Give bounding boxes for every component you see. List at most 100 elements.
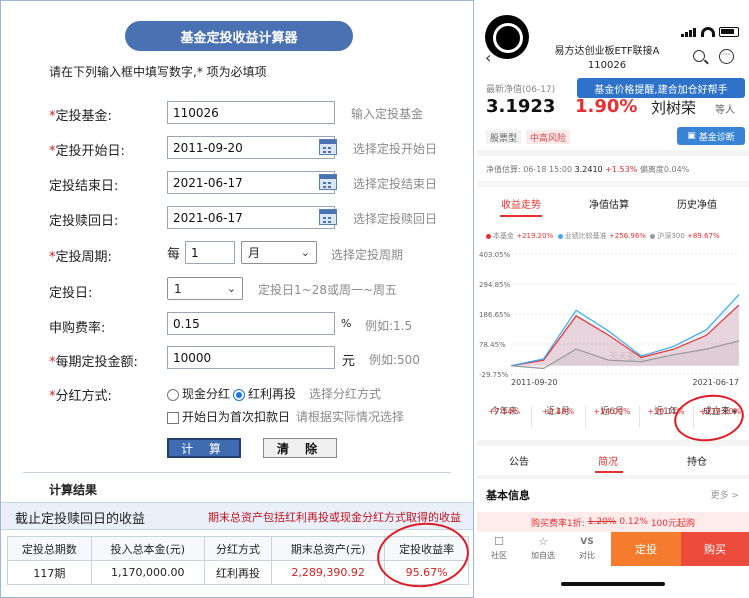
fee-rate-input[interactable]: 0.15 bbox=[167, 312, 335, 335]
fund-hint: 输入定投基金 bbox=[351, 107, 424, 121]
manager-name[interactable]: 刘树荣 bbox=[651, 97, 696, 118]
divider bbox=[477, 475, 749, 479]
radio-selected-icon[interactable] bbox=[233, 388, 245, 401]
calculate-button[interactable]: 计 算 bbox=[167, 438, 241, 458]
amount-hint: 例如:500 bbox=[369, 353, 420, 367]
price-alert-tooltip[interactable]: 基金价格提醒,建合加仓好帮手 bbox=[577, 78, 745, 98]
fund-label: *定投基金: bbox=[49, 109, 112, 124]
y-tick-label: 78.45% bbox=[479, 341, 506, 349]
divider bbox=[639, 406, 640, 428]
invest-plan-button[interactable]: 定投 bbox=[611, 532, 681, 566]
calculator-panel: 基金定投收益计算器 请在下列输入框中填写数字,* 项为必填项 *定投基金: 11… bbox=[0, 0, 474, 598]
status-bar bbox=[681, 18, 739, 37]
fee-rate-label: 申购费率: bbox=[49, 321, 106, 336]
home-indicator bbox=[561, 582, 665, 586]
legend-dot bbox=[557, 233, 563, 239]
calendar-icon[interactable] bbox=[319, 174, 337, 190]
app-logo bbox=[485, 15, 529, 59]
column-header: 投入总本金(元) bbox=[90, 536, 205, 561]
end-date-label: 定投结束日: bbox=[49, 179, 119, 194]
vs-icon: VS bbox=[580, 537, 594, 547]
chat-icon: ☐ bbox=[494, 535, 504, 548]
y-tick-label: 186.65% bbox=[479, 311, 510, 319]
period-unit-select[interactable]: 月 ⌄ bbox=[241, 241, 317, 264]
x-tick-label: 2021-06-17 bbox=[693, 378, 740, 387]
tab-return-trend[interactable]: 收益走势 bbox=[501, 196, 541, 211]
start-date-input[interactable]: 2011-09-20 bbox=[167, 136, 335, 159]
estimate-line: 净值估算: 06-18 15:00 3.2410 +1.53% 偏离度0.04% bbox=[486, 165, 690, 174]
result-heading: 计算结果 bbox=[49, 483, 98, 497]
watchlist-button[interactable]: ☆ 加自选 bbox=[521, 536, 565, 561]
tab-announcement[interactable]: 公告 bbox=[509, 453, 529, 468]
change-value: 1.90% bbox=[575, 96, 638, 117]
calendar-icon[interactable] bbox=[319, 139, 337, 155]
checkbox-icon[interactable] bbox=[167, 411, 179, 424]
chart-tabs: 收益走势 净值估算 历史净值 bbox=[477, 196, 749, 212]
table-cell: 红利再投 bbox=[203, 560, 273, 585]
legend-dot bbox=[650, 233, 656, 239]
amount-input[interactable]: 10000 bbox=[167, 346, 335, 369]
column-header: 分红方式 bbox=[203, 536, 273, 561]
divider bbox=[23, 472, 451, 473]
radio-icon[interactable] bbox=[167, 388, 179, 401]
back-icon[interactable]: ‹ bbox=[485, 48, 491, 67]
column-header: 定投总期数 bbox=[7, 536, 92, 561]
invest-day-value: 1 bbox=[174, 281, 182, 296]
column-header: 期末总资产(元) bbox=[271, 536, 386, 561]
diagnose-button[interactable]: ▣ 基金诊断 bbox=[677, 127, 745, 145]
dividend-cash-option[interactable]: 现金分红 bbox=[167, 385, 230, 402]
wifi-icon bbox=[701, 27, 715, 37]
amount-unit: 元 bbox=[342, 354, 356, 369]
star-icon: ☆ bbox=[538, 535, 548, 548]
return-chart[interactable]: 403.05% 294.85% 186.65% 78.45% -29.75%2011-0… bbox=[477, 246, 749, 396]
clear-button[interactable]: 清 除 bbox=[263, 438, 337, 458]
risk-tag: 中高风险 bbox=[526, 130, 571, 144]
divider bbox=[531, 406, 532, 428]
result-caption: 截止定投赎回日的收益 bbox=[15, 512, 146, 527]
tab-holdings[interactable]: 持仓 bbox=[687, 453, 707, 468]
buy-button[interactable]: 购买 bbox=[681, 532, 749, 566]
invest-day-select[interactable]: 1 ⌄ bbox=[167, 277, 243, 300]
period-prefix: 每 bbox=[167, 247, 181, 262]
start-date-hint: 选择定投开始日 bbox=[353, 142, 438, 156]
end-date-input[interactable]: 2021-06-17 bbox=[167, 171, 335, 194]
dividend-label: *分红方式: bbox=[49, 389, 112, 404]
calculator-title: 基金定投收益计算器 bbox=[125, 21, 353, 51]
invest-day-hint: 定投日1~28或周一~周五 bbox=[258, 283, 398, 297]
calendar-icon[interactable] bbox=[319, 209, 337, 225]
nav-label: 最新净值(06-17) bbox=[486, 85, 556, 95]
redeem-date-input[interactable]: 2021-06-17 bbox=[167, 206, 335, 229]
chevron-down-icon: ⌄ bbox=[226, 282, 236, 295]
tab-nav-estimate[interactable]: 净值估算 bbox=[589, 196, 629, 211]
fee-rate-unit: % bbox=[341, 317, 352, 330]
tab-underline bbox=[595, 471, 623, 473]
dividend-reinvest-option[interactable]: 红利再投 bbox=[233, 385, 296, 402]
table-cell: 117期 bbox=[7, 560, 92, 585]
fund-name: 易方达创业板ETF联接A bbox=[554, 46, 660, 57]
period-input[interactable]: 1 bbox=[185, 241, 235, 264]
first-day-hint: 请根据实际情况选择 bbox=[296, 410, 405, 424]
end-date-hint: 选择定投结束日 bbox=[353, 177, 438, 191]
community-button[interactable]: ☐ 社区 bbox=[477, 536, 521, 561]
tab-overview[interactable]: 简况 bbox=[598, 453, 618, 468]
period-hint: 选择定投周期 bbox=[331, 248, 404, 262]
compare-button[interactable]: VS 对比 bbox=[565, 536, 609, 561]
period-unit-value: 月 bbox=[248, 246, 261, 260]
redeem-date-label: 定投赎回日: bbox=[49, 214, 119, 229]
period-label: *定投周期: bbox=[49, 250, 112, 265]
search-icon[interactable] bbox=[693, 50, 705, 62]
more-icon[interactable]: ··· bbox=[719, 49, 734, 64]
signal-icon bbox=[681, 18, 697, 37]
first-day-checkbox[interactable]: 开始日为首次扣款日 bbox=[167, 408, 290, 425]
battery-icon bbox=[719, 27, 739, 37]
y-tick-label: 403.05% bbox=[479, 251, 510, 259]
fund-input[interactable]: 110026 bbox=[167, 101, 335, 124]
legend-value: +89.67% bbox=[687, 232, 720, 240]
more-link[interactable]: 更多 > bbox=[711, 488, 739, 501]
legend-value: +219.20% bbox=[516, 232, 554, 240]
invest-day-label: 定投日: bbox=[49, 286, 93, 301]
tab-underline bbox=[500, 215, 542, 217]
divider bbox=[585, 406, 586, 428]
y-tick-label: -29.75% bbox=[479, 371, 509, 379]
tab-history-nav[interactable]: 历史净值 bbox=[677, 196, 717, 211]
